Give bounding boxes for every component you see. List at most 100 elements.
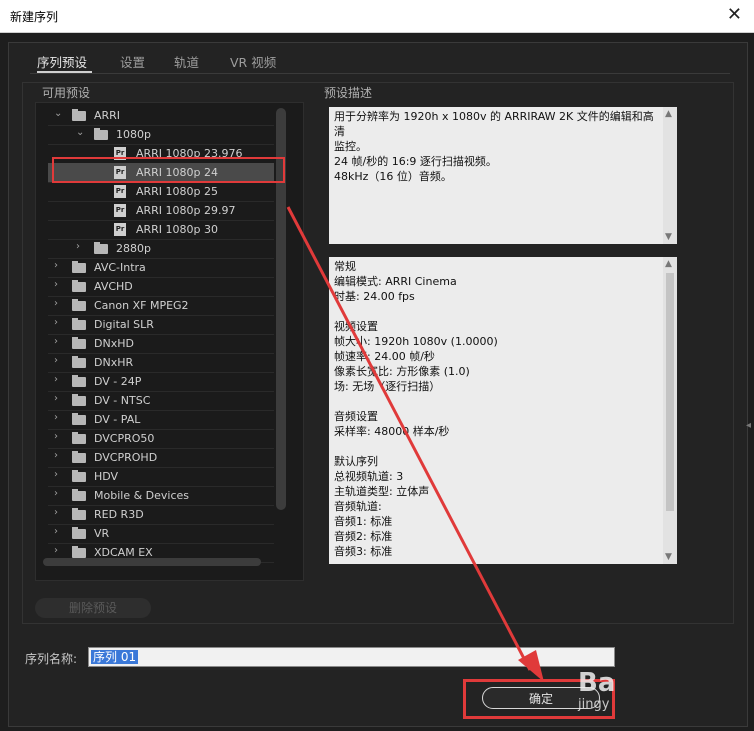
chevron-right-icon[interactable]: › <box>54 355 58 366</box>
preset-folder[interactable]: › DV - 24P <box>48 372 274 392</box>
tab-sequence-presets[interactable]: 序列预设 <box>37 52 87 71</box>
scroll-down-icon[interactable]: ▼ <box>665 232 672 242</box>
folder-icon <box>72 337 86 349</box>
preset-folder[interactable]: › DNxHD <box>48 334 274 354</box>
tree-item-label: Mobile & Devices <box>94 489 190 502</box>
folder-icon <box>72 261 86 273</box>
details-line: 音频2: 标准 <box>334 530 393 543</box>
chevron-right-icon[interactable]: › <box>54 279 58 290</box>
details-line: 常规 <box>334 260 356 273</box>
details-scrollbar[interactable]: ▲ ▼ <box>663 257 677 564</box>
description-line: 监控。 <box>334 140 367 153</box>
tabs-divider <box>30 73 730 74</box>
sequence-name-input[interactable]: 序列 01 <box>88 647 615 667</box>
folder-icon <box>72 527 86 539</box>
details-line: 音频轨道: <box>334 500 382 513</box>
chevron-right-icon[interactable]: › <box>54 393 58 404</box>
chevron-right-icon[interactable]: › <box>54 507 58 518</box>
sequence-name-value: 序列 01 <box>91 650 139 664</box>
description-line: 24 帧/秒的 16:9 逐行扫描视频。 <box>334 155 497 168</box>
watermark-logo: Ba <box>578 668 616 698</box>
resize-grip-icon: ◂ <box>746 420 752 431</box>
scroll-down-icon[interactable]: ▼ <box>665 552 672 562</box>
preset-folder[interactable]: › DVCPRO50 <box>48 429 274 449</box>
tab-settings[interactable]: 设置 <box>120 52 145 71</box>
tree-item-label: Canon XF MPEG2 <box>94 299 189 312</box>
chevron-right-icon[interactable]: › <box>54 336 58 347</box>
description-scrollbar[interactable]: ▲ ▼ <box>663 107 677 244</box>
available-presets-label: 可用预设 <box>42 86 91 100</box>
preset-folder[interactable]: ⌄ 1080p <box>48 125 274 145</box>
folder-icon <box>72 451 86 463</box>
details-scroll-thumb[interactable] <box>666 273 674 511</box>
details-line: 采样率: 48000 样本/秒 <box>334 425 450 438</box>
preset-folder[interactable]: › RED R3D <box>48 505 274 525</box>
tree-item-label: DV - NTSC <box>94 394 151 407</box>
details-line: 像素长宽比: 方形像素 (1.0) <box>334 365 470 378</box>
preset-folder[interactable]: › VR <box>48 524 274 544</box>
chevron-right-icon[interactable]: › <box>54 526 58 537</box>
preset-folder[interactable]: › DNxHR <box>48 353 274 373</box>
tree-item-label: DNxHD <box>94 337 134 350</box>
preset-folder[interactable]: › DV - NTSC <box>48 391 274 411</box>
preset-folder[interactable]: › Digital SLR <box>48 315 274 335</box>
chevron-right-icon[interactable]: › <box>54 450 58 461</box>
premiere-preset-icon: Pr <box>114 223 126 236</box>
preset-details-box: 常规 编辑模式: ARRI Cinema 时基: 24.00 fps 视频设置 帧… <box>329 257 677 564</box>
preset-item[interactable]: Pr ARRI 1080p 30 <box>48 220 274 240</box>
details-line: 视频设置 <box>334 320 378 333</box>
chevron-right-icon[interactable]: › <box>54 431 58 442</box>
scroll-up-icon[interactable]: ▲ <box>665 109 672 119</box>
close-icon[interactable]: ✕ <box>727 4 742 25</box>
premiere-preset-icon: Pr <box>114 185 126 198</box>
details-line <box>334 439 656 454</box>
preset-folder[interactable]: ⌄ ARRI <box>48 106 274 126</box>
chevron-right-icon[interactable]: › <box>76 241 80 252</box>
tab-vr-video[interactable]: VR 视频 <box>230 52 276 71</box>
folder-icon <box>72 109 86 121</box>
preset-description-label: 预设描述 <box>324 86 373 100</box>
folder-icon <box>94 242 108 254</box>
title-bar: 新建序列 ✕ <box>0 0 754 33</box>
chevron-right-icon[interactable]: › <box>54 298 58 309</box>
tree-horizontal-scrollbar[interactable] <box>43 558 261 566</box>
chevron-right-icon[interactable]: › <box>54 488 58 499</box>
chevron-right-icon[interactable]: › <box>54 545 58 556</box>
details-line: 默认序列 <box>334 455 378 468</box>
chevron-down-icon[interactable]: ⌄ <box>54 108 62 119</box>
chevron-down-icon[interactable]: ⌄ <box>76 127 84 138</box>
tree-item-label: DVCPROHD <box>94 451 158 464</box>
chevron-right-icon[interactable]: › <box>54 469 58 480</box>
preset-folder[interactable]: › Mobile & Devices <box>48 486 274 506</box>
preset-folder[interactable]: › 2880p <box>48 239 274 259</box>
preset-folder[interactable]: › DV - PAL <box>48 410 274 430</box>
preset-folder[interactable]: › DVCPROHD <box>48 448 274 468</box>
tree-item-label: DNxHR <box>94 356 134 369</box>
chevron-right-icon[interactable]: › <box>54 412 58 423</box>
scroll-up-icon[interactable]: ▲ <box>665 259 672 269</box>
folder-icon <box>72 299 86 311</box>
preset-item[interactable]: Pr ARRI 1080p 25 <box>48 182 274 202</box>
delete-preset-button[interactable]: 删除预设 <box>35 598 151 618</box>
details-line: 音频设置 <box>334 410 378 423</box>
chevron-right-icon[interactable]: › <box>54 374 58 385</box>
preset-details-text: 常规 编辑模式: ARRI Cinema 时基: 24.00 fps 视频设置 帧… <box>334 259 656 559</box>
preset-folder[interactable]: › AVC-Intra <box>48 258 274 278</box>
tree-item-label: AVC-Intra <box>94 261 146 274</box>
tab-tracks[interactable]: 轨道 <box>174 52 199 71</box>
folder-icon <box>72 432 86 444</box>
preset-folder[interactable]: › HDV <box>48 467 274 487</box>
preset-folder[interactable]: › AVCHD <box>48 277 274 297</box>
folder-icon <box>72 356 86 368</box>
folder-icon <box>72 489 86 501</box>
details-line: 音频1: 标准 <box>334 515 393 528</box>
chevron-right-icon[interactable]: › <box>54 317 58 328</box>
tree-item-label: 1080p <box>116 128 151 141</box>
preset-folder[interactable]: › Canon XF MPEG2 <box>48 296 274 316</box>
chevron-right-icon[interactable]: › <box>54 260 58 271</box>
folder-icon <box>72 375 86 387</box>
preset-item[interactable]: Pr ARRI 1080p 29.97 <box>48 201 274 221</box>
tree-item-label: DV - PAL <box>94 413 141 426</box>
details-line: 场: 无场（逐行扫描） <box>334 380 441 393</box>
folder-icon <box>72 546 86 558</box>
